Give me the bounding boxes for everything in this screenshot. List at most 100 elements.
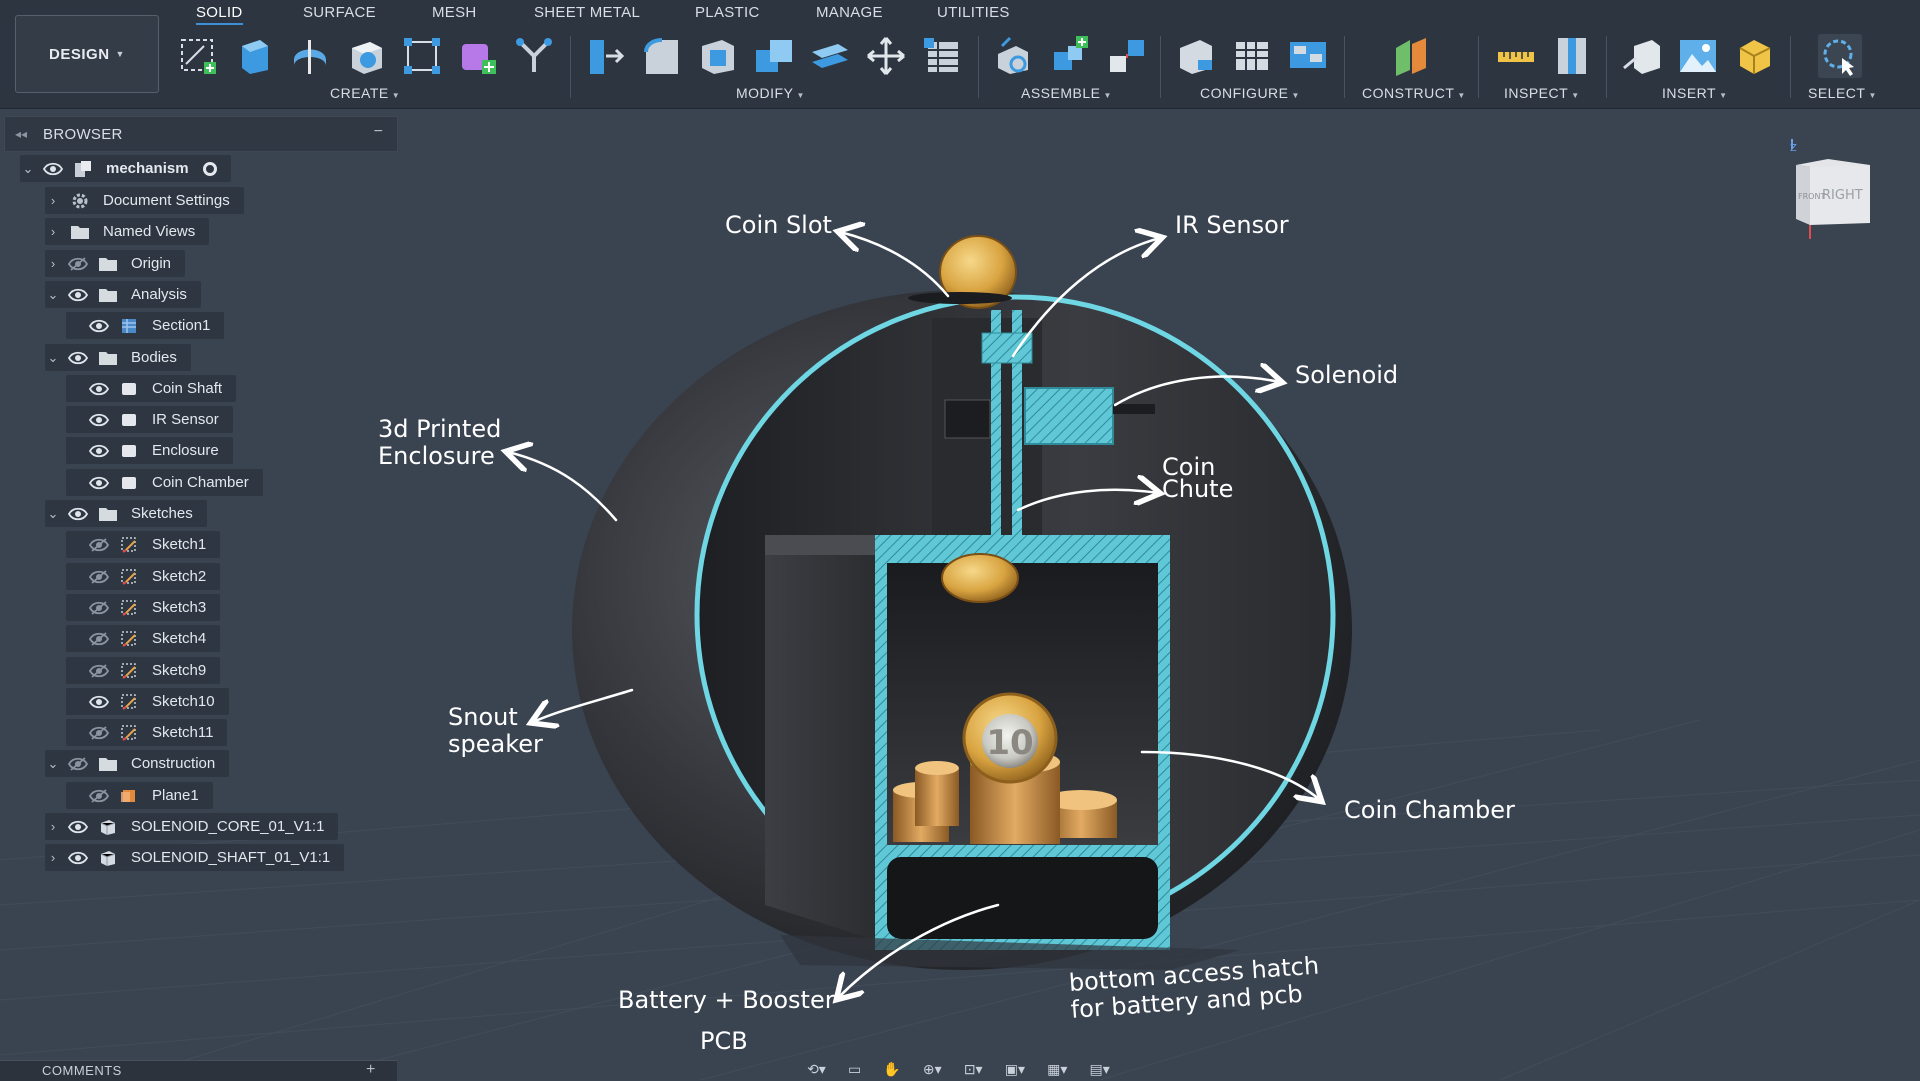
visibility-eye-icon[interactable] [67,505,89,523]
chevron-down-icon[interactable]: ⌄ [45,287,61,303]
pan-hand-icon[interactable]: ✋ [883,1061,900,1078]
visibility-eye-icon[interactable] [67,818,89,836]
offset-plane-icon[interactable] [1390,34,1434,78]
press-pull-icon[interactable] [584,34,628,78]
change-parameters-icon[interactable] [920,34,964,78]
insert-mesh-icon[interactable] [1732,34,1776,78]
joint-origin-icon[interactable] [512,34,556,78]
browser-node-sketches[interactable]: ⌄ Sketches [45,500,207,527]
viewports-icon[interactable]: ▤▾ [1090,1061,1110,1078]
chevron-right-icon[interactable]: › [45,224,61,239]
browser-node-solenoid-shaft-01-v1-1[interactable]: › SOLENOID_SHAFT_01_V1:1 [45,844,345,871]
chevron-right-icon[interactable]: › [45,850,61,865]
comments-panel[interactable]: COMMENTS + [0,1060,397,1081]
browser-node-solenoid-core-01-v1-1[interactable]: › SOLENOID_CORE_01_V1:1 [45,813,339,840]
group-select[interactable]: SELECT ▼ [1808,85,1877,101]
chevron-down-icon[interactable]: ⌄ [45,756,61,772]
revolve-icon[interactable] [288,34,332,78]
insert-derive-icon[interactable] [1620,34,1664,78]
move-icon[interactable] [864,34,908,78]
browser-node-coin-chamber[interactable]: Coin Chamber [66,469,263,496]
visibility-hidden-icon[interactable] [67,255,89,273]
tab-sheet-metal[interactable]: SHEET METAL [534,4,640,21]
look-at-icon[interactable]: ▭ [848,1061,861,1078]
browser-node-sketch10[interactable]: Sketch10 [66,688,229,715]
tab-utilities[interactable]: UTILITIES [937,4,1010,21]
browser-node-plane1[interactable]: Plane1 [66,782,213,809]
visibility-hidden-icon[interactable] [88,662,110,680]
orbit-icon[interactable]: ⟲▾ [807,1061,826,1078]
visibility-eye-icon[interactable] [88,442,110,460]
browser-node-enclosure[interactable]: Enclosure [66,437,233,464]
browser-node-document-settings[interactable]: › Document Settings [45,187,244,214]
visibility-eye-icon[interactable] [88,474,110,492]
extrude-icon[interactable] [232,34,276,78]
insert-canvas-icon[interactable] [1676,34,1720,78]
browser-node-sketch4[interactable]: Sketch4 [66,625,221,652]
browser-node-sketch1[interactable]: Sketch1 [66,531,221,558]
visibility-eye-icon[interactable] [88,693,110,711]
visibility-eye-icon[interactable] [88,411,110,429]
as-built-joint-icon[interactable] [1104,34,1148,78]
joint-icon[interactable] [1048,34,1092,78]
solenoid-core[interactable] [1024,387,1114,445]
measure-icon[interactable] [1494,34,1538,78]
browser-node-section1[interactable]: Section1 [66,312,225,339]
select-icon[interactable] [1818,34,1862,78]
browser-node-bodies[interactable]: ⌄ Bodies [45,344,191,371]
visibility-hidden-icon[interactable] [88,724,110,742]
visibility-eye-icon[interactable] [67,849,89,867]
configure-design-icon[interactable] [1174,34,1218,78]
browser-node-analysis[interactable]: ⌄ Analysis [45,281,201,308]
new-component-icon[interactable] [992,34,1036,78]
tab-manage[interactable]: MANAGE [816,4,883,21]
browser-header[interactable]: ◂◂ BROWSER − [4,116,398,152]
browser-node-ir-sensor[interactable]: IR Sensor [66,406,233,433]
grid-settings-icon[interactable]: ▦▾ [1047,1061,1067,1078]
display-settings-icon[interactable]: ▣▾ [1005,1061,1025,1078]
browser-node-construction[interactable]: ⌄ Construction [45,750,230,777]
browser-root-node[interactable]: ⌄ mechanism [20,155,231,182]
configuration-rules-icon[interactable] [1286,34,1330,78]
visibility-eye-icon[interactable] [42,160,64,178]
combine-icon[interactable] [752,34,796,78]
group-modify[interactable]: MODIFY ▼ [736,85,805,101]
visibility-eye-icon[interactable] [88,317,110,335]
tab-plastic[interactable]: PLASTIC [695,4,760,21]
browser-node-origin[interactable]: › Origin [45,250,186,277]
visibility-hidden-icon[interactable] [88,787,110,805]
browser-node-sketch9[interactable]: Sketch9 [66,657,221,684]
workspace-switcher-button[interactable]: DESIGN ▼ [15,15,159,93]
section-analysis-icon[interactable] [1550,34,1594,78]
rectangular-pattern-icon[interactable] [400,34,444,78]
browser-node-coin-shaft[interactable]: Coin Shaft [66,375,237,402]
activate-target-icon[interactable] [202,161,217,176]
visibility-eye-icon[interactable] [67,349,89,367]
collapse-panel-icon[interactable]: ◂◂ [15,127,27,141]
chevron-down-icon[interactable]: ⌄ [45,506,61,522]
group-construct[interactable]: CONSTRUCT ▼ [1362,85,1466,101]
group-inspect[interactable]: INSPECT ▼ [1504,85,1580,101]
add-comment-icon[interactable]: + [366,1061,375,1079]
shell-icon[interactable] [696,34,740,78]
visibility-hidden-icon[interactable] [88,630,110,648]
group-configure[interactable]: CONFIGURE ▼ [1200,85,1300,101]
group-assemble[interactable]: ASSEMBLE ▼ [1021,85,1112,101]
fit-icon[interactable]: ⊡▾ [964,1061,983,1078]
visibility-hidden-icon[interactable] [88,568,110,586]
tab-solid[interactable]: SOLID [196,4,243,25]
browser-node-sketch11[interactable]: Sketch11 [66,719,228,746]
tab-mesh[interactable]: MESH [432,4,477,21]
chevron-right-icon[interactable]: › [45,256,61,271]
zoom-icon[interactable]: ⊕▾ [923,1061,942,1078]
view-cube[interactable]: Z FRONT RIGHT [1790,135,1880,255]
browser-node-named-views[interactable]: › Named Views [45,218,210,245]
box-icon[interactable] [344,34,388,78]
fillet-icon[interactable] [640,34,684,78]
create-form-icon[interactable] [456,34,500,78]
chevron-down-icon[interactable]: ⌄ [20,161,36,177]
visibility-eye-icon[interactable] [88,380,110,398]
create-sketch-icon[interactable] [176,34,220,78]
visibility-hidden-icon[interactable] [67,755,89,773]
offset-face-icon[interactable] [808,34,852,78]
